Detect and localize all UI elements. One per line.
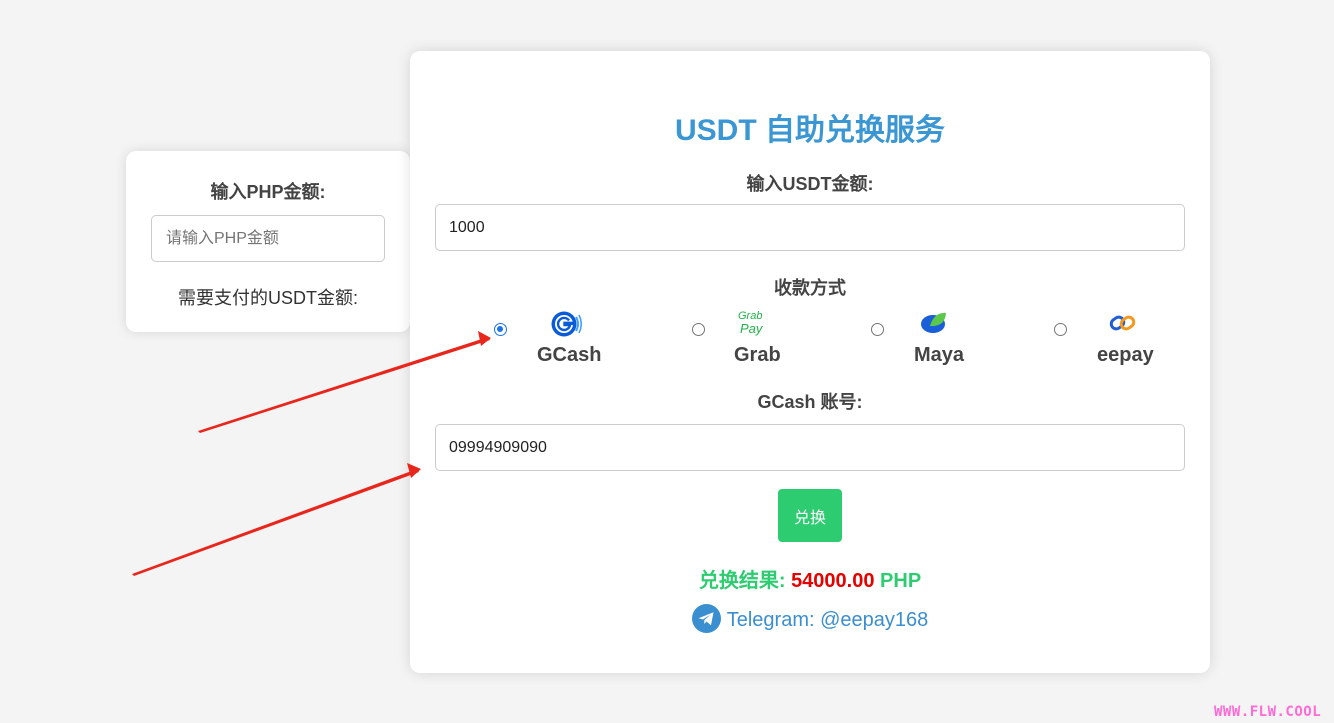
exchange-result: 兑换结果: 54000.00 PHP — [410, 564, 1210, 593]
result-prefix: 兑换结果: — [698, 570, 786, 592]
watermark: WWW.FLW.COOL — [1214, 704, 1322, 720]
account-number-input[interactable] — [435, 424, 1185, 471]
payment-name-maya: Maya — [914, 344, 965, 366]
radio-grab[interactable] — [692, 323, 705, 336]
result-amount: 54000.00 — [791, 570, 875, 592]
usdt-required-label: 需要支付的USDT金额: — [178, 288, 358, 308]
page-title: USDT 自助兑换服务 — [675, 114, 945, 147]
payment-name-grab: Grab — [734, 344, 781, 366]
payment-option-gcash[interactable]: GCash — [494, 309, 634, 371]
usdt-amount-label: 输入USDT金额: — [746, 174, 874, 194]
php-amount-label: 输入PHP金额: — [210, 182, 326, 202]
result-currency: PHP — [880, 570, 922, 592]
payment-option-eepay[interactable]: eepay — [1054, 309, 1194, 371]
radio-eepay[interactable] — [1054, 323, 1067, 336]
gcash-logo-icon — [550, 309, 583, 344]
telegram-icon — [691, 604, 721, 633]
eepay-logo-icon — [1109, 314, 1137, 337]
telegram-label: Telegram: — [726, 608, 815, 631]
php-amount-input[interactable] — [151, 215, 385, 262]
radio-gcash[interactable] — [494, 323, 507, 336]
radio-maya[interactable] — [871, 323, 884, 336]
payment-name-gcash: GCash — [537, 344, 602, 366]
telegram-handle[interactable]: @eepay168 — [820, 609, 928, 631]
grab-pay-logo-icon: Grab Pay — [737, 308, 771, 343]
payment-option-maya[interactable]: Maya — [871, 309, 1011, 371]
grab-logo-text-bottom: Pay — [740, 321, 764, 336]
exchange-button[interactable]: 兑换 — [778, 489, 842, 542]
payment-method-label: 收款方式 — [774, 278, 846, 298]
payment-option-grab[interactable]: Grab Pay Grab — [692, 309, 832, 371]
exchange-card: USDT 自助兑换服务 输入USDT金额: 收款方式 GCash Grab Pa… — [410, 51, 1210, 673]
telegram-contact[interactable]: Telegram: @eepay168 — [410, 604, 1210, 635]
account-label: GCash 账号: — [757, 392, 863, 412]
usdt-amount-input[interactable] — [435, 204, 1185, 251]
maya-logo-icon — [920, 310, 950, 341]
php-converter-card: 输入PHP金额: 需要支付的USDT金额: — [126, 151, 410, 332]
payment-name-eepay: eepay — [1097, 344, 1154, 366]
arrow-to-account-input — [132, 463, 421, 576]
